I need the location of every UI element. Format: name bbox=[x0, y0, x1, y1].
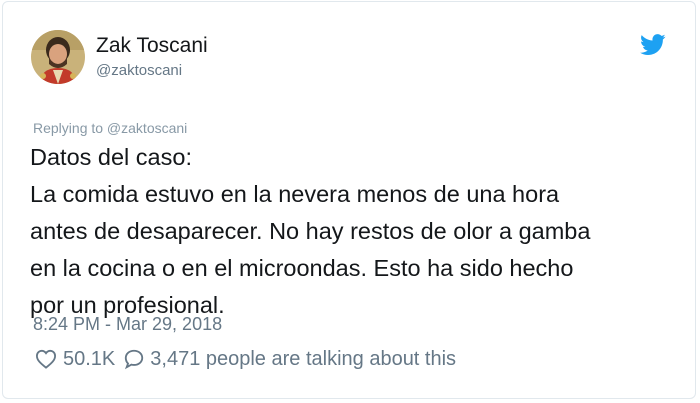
tweet-line: La comida estuvo en la nevera menos de u… bbox=[30, 181, 560, 207]
display-name[interactable]: Zak Toscani bbox=[96, 33, 208, 59]
twitter-bird-icon[interactable] bbox=[640, 34, 666, 56]
tweet-line: antes de desaparecer. No hay restos de o… bbox=[30, 218, 591, 244]
heart-icon[interactable] bbox=[35, 349, 57, 369]
like-count[interactable]: 50.1K bbox=[63, 347, 115, 371]
tweet-text: Datos del caso: La comida estuvo en la n… bbox=[30, 139, 690, 324]
comment-icon[interactable] bbox=[123, 348, 145, 370]
avatar[interactable] bbox=[31, 30, 85, 84]
tweet-line: Datos del caso: bbox=[30, 144, 192, 170]
replying-to[interactable]: Replying to @zaktoscani bbox=[33, 120, 187, 137]
avatar-photo bbox=[31, 30, 85, 84]
engagement-bar: 50.1K 3,471 people are talking about thi… bbox=[35, 347, 456, 371]
tweet-line: en la cocina o en el microondas. Esto ha… bbox=[30, 255, 574, 281]
talking-about-count[interactable]: 3,471 people are talking about this bbox=[150, 347, 456, 371]
user-handle[interactable]: @zaktoscani bbox=[96, 62, 182, 80]
tweet-timestamp[interactable]: 8:24 PM - Mar 29, 2018 bbox=[33, 313, 222, 335]
